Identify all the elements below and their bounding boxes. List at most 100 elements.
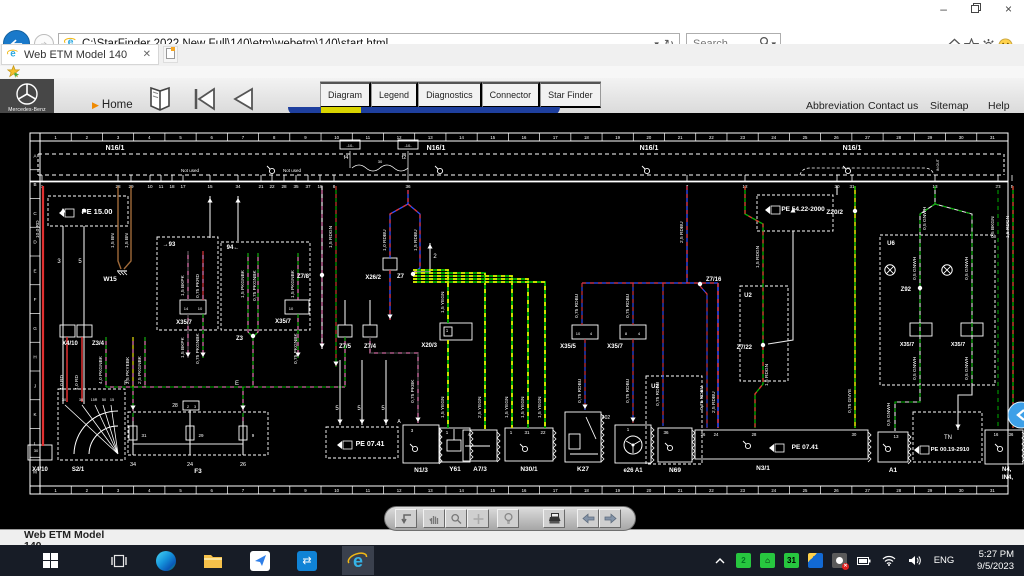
svg-text:15: 15 (490, 135, 495, 140)
pan-hand-button[interactable] (423, 509, 445, 528)
tab-close-icon[interactable]: ✕ (141, 49, 153, 60)
speaker-icon[interactable] (906, 549, 922, 573)
svg-text:11: 11 (366, 488, 371, 493)
status-line1: Web ETM Model (24, 530, 1024, 541)
tray-green-home-icon[interactable]: ⌂ (760, 553, 775, 568)
internet-explorer-icon[interactable]: e (342, 546, 374, 575)
svg-text:30: 30 (959, 488, 964, 493)
svg-text:21: 21 (678, 488, 683, 493)
link-contact-us[interactable]: Contact us (868, 100, 918, 112)
svg-text:29: 29 (928, 135, 933, 140)
svg-text:Z7/4: Z7/4 (364, 344, 377, 350)
svg-text:PE 15.00: PE 15.00 (82, 207, 113, 216)
svg-text:28: 28 (172, 403, 178, 409)
svg-text:1,5 RDGN: 1,5 RDGN (1005, 215, 1011, 238)
language-indicator[interactable]: ENG (931, 549, 957, 573)
print-button[interactable] (543, 509, 565, 528)
svg-text:27: 27 (865, 135, 870, 140)
svg-text:9: 9 (304, 488, 307, 493)
svg-text:23: 23 (740, 135, 745, 140)
svg-text:4,0 PKGNBK: 4,0 PKGNBK (98, 355, 104, 384)
svg-text:N4,: N4, (1002, 467, 1012, 473)
svg-text:Z3: Z3 (236, 336, 244, 342)
task-view-icon[interactable] (107, 549, 131, 573)
svg-text:N16/1: N16/1 (106, 145, 125, 152)
link-help[interactable]: Help (988, 100, 1010, 112)
browser-tab[interactable]: e Web ETM Model 140 ✕ (1, 44, 159, 65)
link-sitemap[interactable]: Sitemap (930, 100, 969, 112)
svg-text:31: 31 (849, 184, 855, 189)
svg-text:A: A (397, 419, 401, 425)
book-icon[interactable] (147, 86, 173, 116)
svg-text:19: 19 (615, 135, 620, 140)
svg-text:22: 22 (540, 430, 546, 435)
svg-text:5: 5 (179, 135, 182, 140)
svg-text:8: 8 (273, 488, 276, 493)
edge-icon[interactable] (154, 549, 178, 573)
zoom-magnifier-button[interactable] (445, 509, 467, 528)
tray-recorder-icon[interactable]: ✕ (832, 553, 847, 568)
svg-text:Z7/22: Z7/22 (737, 345, 753, 351)
tray-calendar-icon[interactable]: 31 (784, 553, 799, 568)
svg-text:→93: →93 (163, 242, 176, 248)
svg-text:1,5 RDGN: 1,5 RDGN (764, 363, 770, 386)
blue-app-icon[interactable] (248, 549, 272, 573)
svg-text:4,0 RD: 4,0 RD (59, 375, 65, 390)
tab-star-finder[interactable]: Star Finder (540, 82, 601, 108)
tab-connector[interactable]: Connector (482, 82, 541, 108)
svg-text:94←: 94← (227, 245, 240, 251)
svg-text:2,5 PKYEBK: 2,5 PKYEBK (125, 356, 131, 384)
svg-text:X20/3: X20/3 (421, 343, 437, 349)
svg-text:C: C (33, 211, 37, 216)
restore-view-button[interactable] (395, 509, 417, 528)
svg-text:25: 25 (803, 488, 808, 493)
svg-text:0,75 RDBU: 0,75 RDBU (655, 381, 661, 406)
svg-text:35: 35 (293, 184, 299, 189)
bulb-highlight-button[interactable] (497, 509, 519, 528)
svg-text:18: 18 (584, 488, 589, 493)
svg-text:29: 29 (198, 433, 204, 438)
battery-icon[interactable] (856, 549, 872, 573)
svg-text:X35/5: X35/5 (560, 344, 576, 350)
mercedes-benz-logo[interactable]: Mercedes-Benz (0, 79, 54, 116)
svg-text:24: 24 (714, 432, 719, 437)
tray-blue-yellow-icon[interactable] (808, 553, 823, 568)
tray-green-app-icon[interactable]: 2 (736, 553, 751, 568)
svg-text:IN OUT: IN OUT (936, 158, 940, 171)
date-text: 9/5/2023 (977, 561, 1014, 573)
tab-diagram[interactable]: Diagram (320, 82, 371, 108)
home-link[interactable]: ▶ Home (92, 99, 133, 111)
teamviewer-icon[interactable]: ⇄ (295, 549, 319, 573)
svg-text:X4/10: X4/10 (32, 467, 48, 473)
crosshair-plus-button[interactable] (467, 509, 489, 528)
tab-legend[interactable]: Legend (371, 82, 418, 108)
svg-text:1,5 PKGNBK: 1,5 PKGNBK (290, 269, 296, 298)
viewer-toolbar (384, 506, 636, 531)
windows-taskbar: ⇄ e 2 ⌂ 31 ✕ ENG 5:27 PM 9/5/2023 (0, 545, 1024, 576)
skip-to-start-icon[interactable] (190, 86, 218, 115)
arrow-previous-button[interactable] (577, 509, 599, 528)
svg-text:4: 4 (148, 488, 151, 493)
back-triangle-icon[interactable] (230, 86, 256, 115)
svg-text:K: K (33, 412, 37, 417)
svg-text:15: 15 (207, 184, 213, 189)
svg-text:24: 24 (771, 135, 776, 140)
arrow-next-button[interactable] (599, 509, 621, 528)
hidden-icons-chevron[interactable] (713, 549, 727, 573)
wifi-icon[interactable] (881, 549, 897, 573)
svg-text:U6: U6 (887, 241, 895, 247)
start-button[interactable] (38, 549, 62, 573)
tab-diagnostics[interactable]: Diagnostics (418, 82, 482, 108)
svg-text:21: 21 (678, 135, 683, 140)
svg-text:2,5 YEGN: 2,5 YEGN (477, 396, 483, 418)
new-tab-button[interactable] (163, 46, 178, 63)
svg-text:12: 12 (397, 135, 402, 140)
link-abbreviation[interactable]: Abbreviation (806, 100, 864, 112)
svg-text:30: 30 (959, 135, 964, 140)
taskbar-clock[interactable]: 5:27 PM 9/5/2023 (966, 549, 1014, 573)
svg-text:22: 22 (269, 184, 275, 189)
diagram-area[interactable]: 1122334455667788991010111112121313141415… (0, 113, 1024, 532)
svg-text:7: 7 (242, 135, 245, 140)
file-explorer-icon[interactable] (201, 549, 225, 573)
svg-text:0,75 RDBU: 0,75 RDBU (574, 293, 580, 318)
